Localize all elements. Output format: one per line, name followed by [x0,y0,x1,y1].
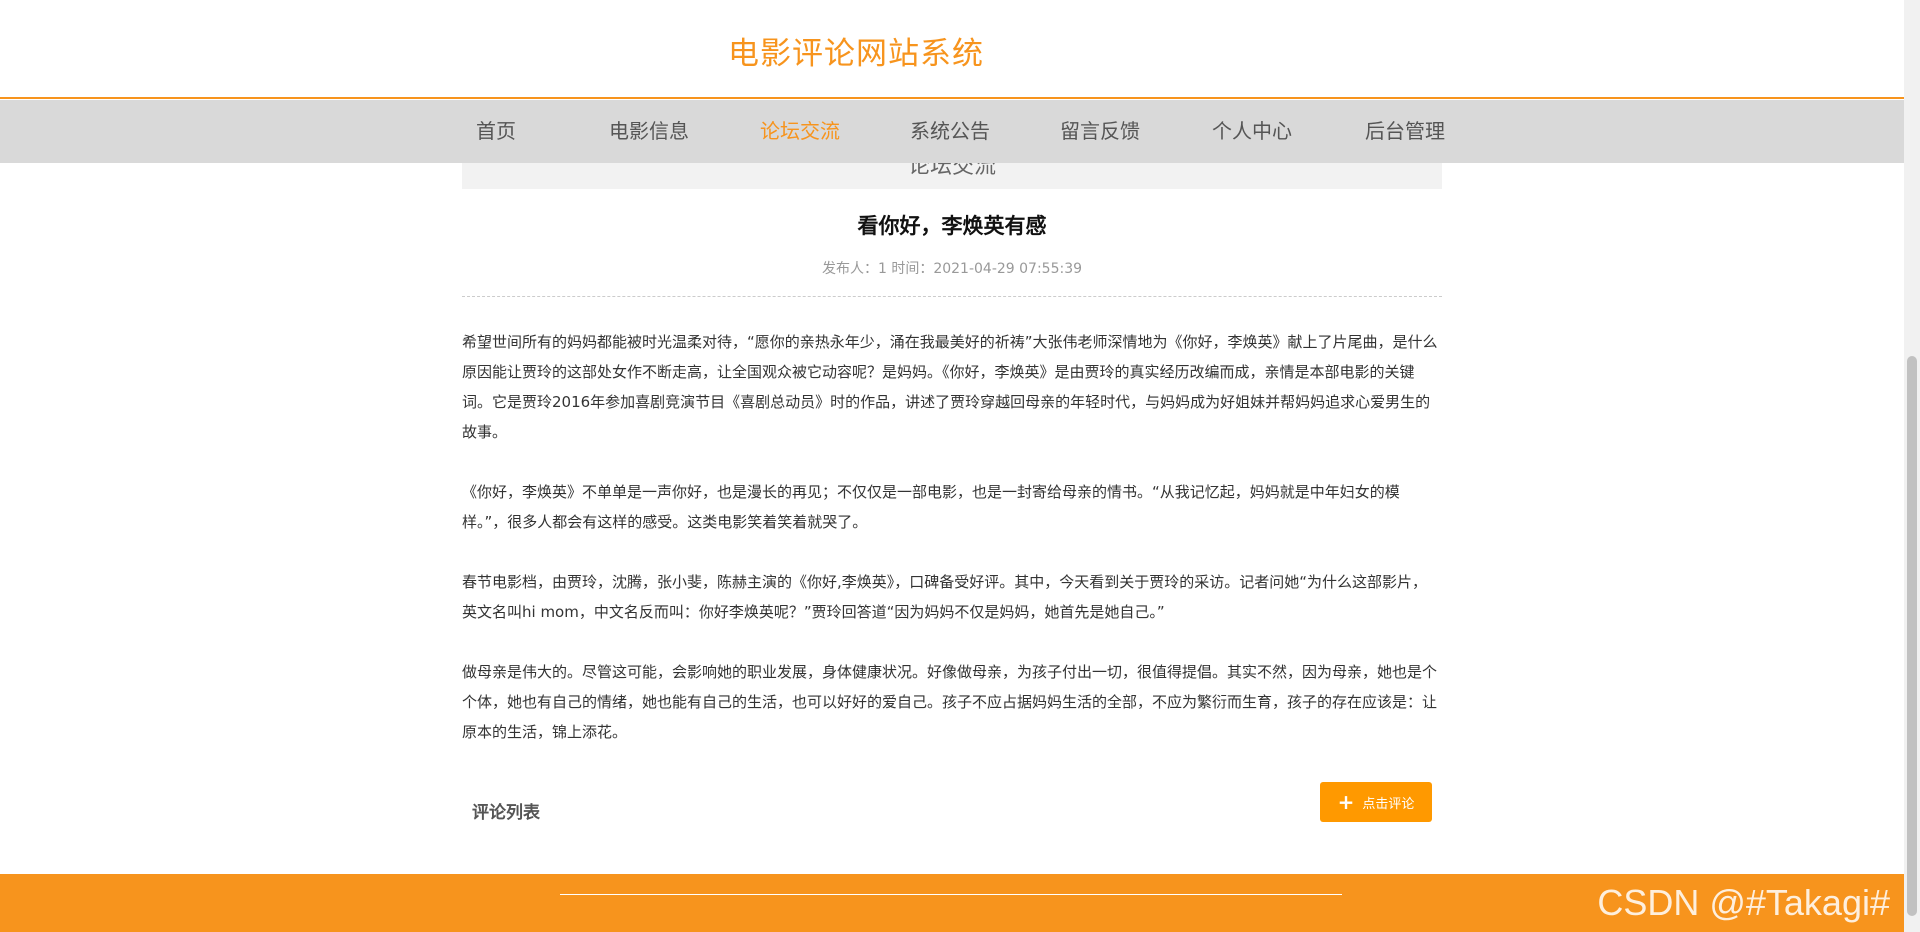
article-title: 看你好，李焕英有感 [857,214,1047,238]
article-paragraph: 《你好，李焕英》不单单是一声你好，也是漫长的再见；不仅仅是一部电影，也是一封寄给… [462,483,1400,531]
vertical-scrollbar[interactable] [1904,0,1920,932]
watermark: CSDN @#Takagi# [1597,882,1890,923]
article-divider [462,296,1442,297]
scrollbar-thumb[interactable] [1907,356,1917,916]
nav-item-feedback[interactable]: 留言反馈 [1060,100,1140,163]
article-paragraph: 希望世间所有的妈妈都能被时光温柔对待，“愿你的亲热永年少，涌在我最美好的祈祷”大… [462,333,1438,441]
nav-item-home[interactable]: 首页 [476,100,516,163]
nav-item-profile[interactable]: 个人中心 [1212,100,1292,163]
footer-divider [560,894,1342,895]
article-paragraph: 做母亲是伟大的。尽管这可能，会影响她的职业发展，身体健康状况。好像做母亲，为孩子… [462,663,1438,741]
page: 电影评论网站系统 首页 电影信息 论坛交流 系统公告 留言反馈 个人中心 后台管… [0,0,1920,932]
nav-item-admin[interactable]: 后台管理 [1365,100,1445,163]
plus-icon: + [1337,790,1355,814]
nav-item-movies[interactable]: 电影信息 [609,100,689,163]
article-meta: 发布人：1 时间：2021-04-29 07:55:39 [821,261,1083,277]
article-body: 希望世间所有的妈妈都能被时光温柔对待，“愿你的亲热永年少，涌在我最美好的祈祷”大… [462,327,1442,777]
comments-list-label: 评论列表 [472,803,540,823]
site-header: 电影评论网站系统 [0,0,1904,99]
article-paragraph: 春节电影档，由贾玲，沈腾，张小斐，陈赫主演的《你好,李焕英》，口碑备受好评。其中… [462,573,1428,621]
site-title[interactable]: 电影评论网站系统 [728,28,984,73]
nav-item-forum[interactable]: 论坛交流 [760,100,840,163]
site-footer: CSDN @#Takagi# [0,874,1904,932]
nav-item-announcements[interactable]: 系统公告 [910,100,990,163]
add-comment-label: 点击评论 [1362,796,1415,812]
add-comment-button[interactable]: + 点击评论 [1320,782,1432,822]
main-nav: 首页 电影信息 论坛交流 系统公告 留言反馈 个人中心 后台管理 [0,100,1904,163]
